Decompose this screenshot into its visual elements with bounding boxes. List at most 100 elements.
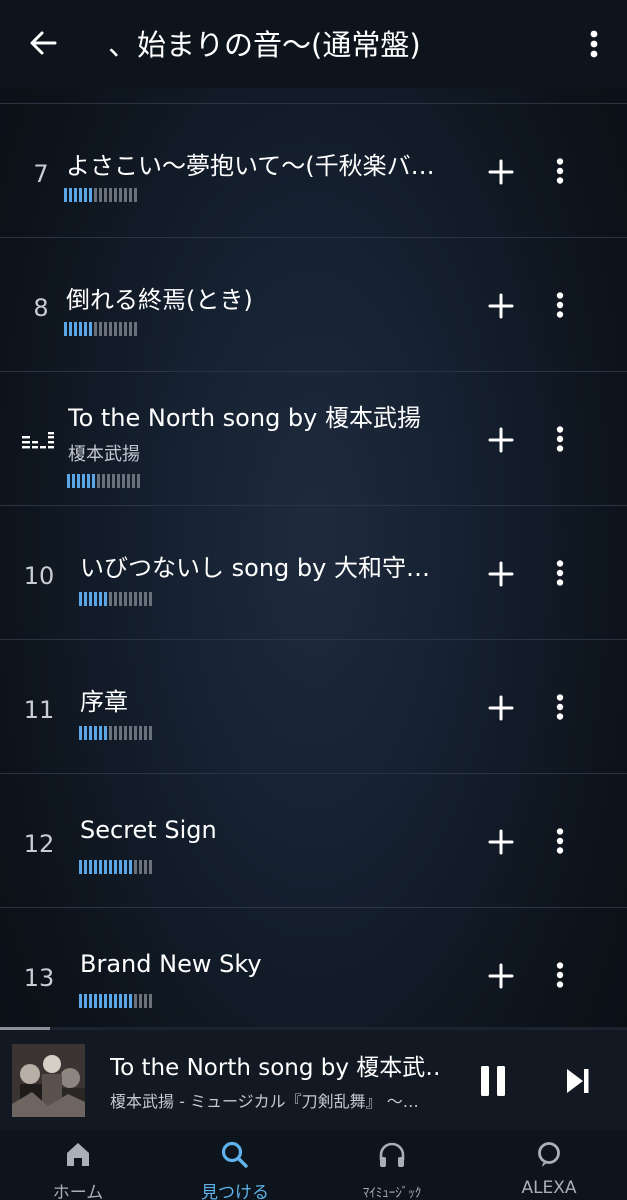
level-meter-segment [94,188,97,202]
level-meter-segment [129,860,132,874]
nav-home[interactable]: ホーム [0,1130,156,1200]
level-meter-segment [114,994,117,1008]
level-meter-segment [104,188,107,202]
level-meter-segment [104,860,107,874]
level-meter-segment [119,994,122,1008]
add-button[interactable] [485,826,517,858]
level-meter-segment [104,322,107,336]
level-meter-segment [109,322,112,336]
more-vertical-icon [556,962,564,988]
level-meter-segment [94,592,97,606]
level-meter-segment [102,474,105,488]
track-title: いびつないし song by 大和守… [80,554,430,582]
now-playing-equalizer-icon [22,432,54,449]
pause-button[interactable] [478,1064,508,1098]
track-row[interactable]: 10 いびつないし song by 大和守… [0,506,627,640]
level-meter-segment [79,322,82,336]
nav-alexa[interactable]: ALEXA [471,1130,627,1200]
level-meter-segment [114,188,117,202]
track-title: To the North song by 榎本武揚 [68,404,421,432]
track-row[interactable]: 7 よさこい～夢抱いて～(千秋楽バ… [0,104,627,238]
nav-find[interactable]: 見つける [157,1130,313,1200]
add-button[interactable] [485,692,517,724]
track-more-button[interactable] [548,690,572,724]
track-number: 8 [33,294,49,322]
level-meter-segment [139,994,142,1008]
level-meter-segment [84,994,87,1008]
level-meter-segment [134,994,137,1008]
level-meter-segment [134,592,137,606]
add-button[interactable] [485,960,517,992]
track-artist: 榎本武揚 [68,444,140,465]
level-meter-segment [124,726,127,740]
level-meter-segment [77,474,80,488]
level-meter-segment [119,322,122,336]
level-meter-segment [104,726,107,740]
level-meter-segment [69,322,72,336]
level-meter-segment [134,322,137,336]
track-more-button[interactable] [548,556,572,590]
track-row[interactable]: 11 序章 [0,640,627,774]
album-art[interactable] [12,1044,85,1117]
plus-icon [488,963,514,989]
level-meter-segment [114,860,117,874]
level-meter-segment [84,188,87,202]
app-header: 、始まりの音～(通常盤) [0,0,627,88]
more-vertical-icon [556,694,564,720]
back-button[interactable] [26,26,60,60]
nav-my-music[interactable]: ﾏｲﾐｭｰｼﾞｯｸ [314,1130,470,1200]
more-vertical-icon [590,30,598,58]
album-art-image [12,1044,85,1117]
add-button[interactable] [485,290,517,322]
track-more-button[interactable] [548,958,572,992]
level-meter-segment [72,474,75,488]
header-more-button[interactable] [579,26,609,62]
level-meter-segment [127,474,130,488]
level-meter-segment [109,188,112,202]
track-title: Brand New Sky [80,950,262,978]
level-meter-segment [134,726,137,740]
level-meter-segment [129,592,132,606]
add-button[interactable] [485,156,517,188]
level-meter [67,474,140,488]
track-row[interactable]: 12 Secret Sign [0,774,627,908]
bottom-navigation: ホーム 見つける ﾏｲﾐｭｰｼﾞｯｸ ALEXA [0,1130,627,1200]
track-row[interactable]: 8 倒れる終焉(とき) [0,238,627,372]
track-more-button[interactable] [548,288,572,322]
track-row[interactable]: 13 Brand New Sky [0,908,627,1042]
level-meter [64,322,137,336]
level-meter-segment [109,592,112,606]
level-meter-segment [74,188,77,202]
level-meter [79,592,152,606]
home-icon [67,1143,89,1166]
level-meter-segment [67,474,70,488]
plus-icon [488,561,514,587]
track-row-playing[interactable]: To the North song by 榎本武揚 榎本武揚 [0,372,627,506]
level-meter-segment [87,474,90,488]
add-button[interactable] [485,424,517,456]
level-meter-segment [124,188,127,202]
level-meter-segment [99,994,102,1008]
level-meter-segment [149,592,152,606]
level-meter-segment [64,188,67,202]
level-meter-segment [149,860,152,874]
level-meter-segment [124,322,127,336]
track-more-button[interactable] [548,824,572,858]
plus-icon [488,427,514,453]
now-playing-bar[interactable]: To the North song by 榎本武… 榎本武揚 - ミュージカル『… [0,1030,627,1130]
level-meter-segment [109,860,112,874]
headphones-icon [379,1142,405,1167]
track-more-button[interactable] [548,422,572,456]
level-meter-segment [89,188,92,202]
track-title: Secret Sign [80,816,217,844]
skip-next-button[interactable] [565,1066,591,1096]
level-meter-segment [64,322,67,336]
nav-label: ALEXA [521,1178,577,1198]
level-meter-segment [134,188,137,202]
page-title: 、始まりの音～(通常盤) [108,28,421,62]
level-meter-segment [84,322,87,336]
level-meter-segment [79,592,82,606]
add-button[interactable] [485,558,517,590]
level-meter-segment [137,474,140,488]
track-more-button[interactable] [548,154,572,188]
